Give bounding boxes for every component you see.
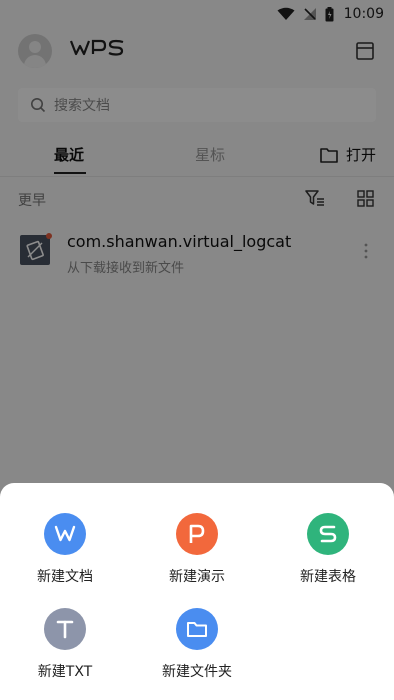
folder-icon [176,608,218,650]
t-text-icon [44,608,86,650]
new-folder-label: 新建文件夹 [162,664,232,680]
new-document-label: 新建文档 [37,569,93,585]
new-txt-label: 新建TXT [37,664,93,680]
new-spreadsheet-button[interactable]: 新建表格 [278,513,378,586]
new-presentation-label: 新建演示 [169,569,225,585]
new-document-button[interactable]: 新建文档 [15,513,115,586]
new-spreadsheet-label: 新建表格 [300,569,356,585]
new-txt-button[interactable]: 新建TXT [15,608,115,681]
w-doc-icon [44,513,86,555]
p-presentation-icon [176,513,218,555]
create-new-sheet: 新建文档 新建演示 新建表格 新建TXT 新建文件夹 [0,483,394,700]
new-presentation-button[interactable]: 新建演示 [147,513,247,586]
wps-home-screen: 10:09 搜索文档 最近 星标 打开 更早 com.shanwan.virtu… [0,0,394,700]
s-spreadsheet-icon [307,513,349,555]
new-folder-button[interactable]: 新建文件夹 [147,608,247,681]
